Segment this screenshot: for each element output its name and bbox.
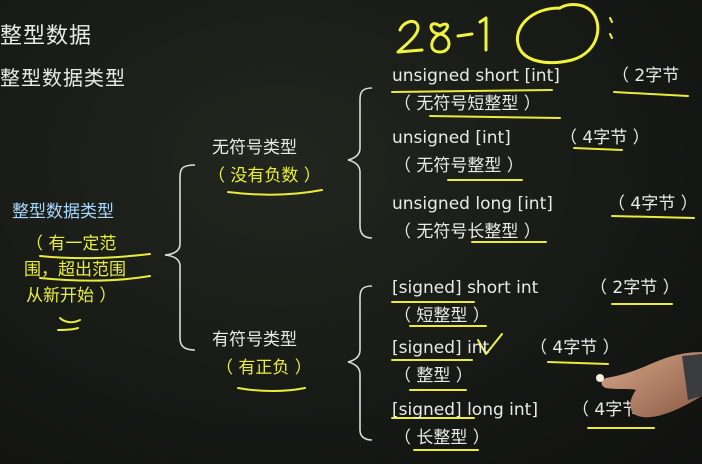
chalkboard: 整型数据 整型数据类型 整型数据类型 （ 有一定范 围，超出范围 从新开始 ） …	[0, 0, 702, 464]
presenter-hand	[596, 352, 702, 418]
